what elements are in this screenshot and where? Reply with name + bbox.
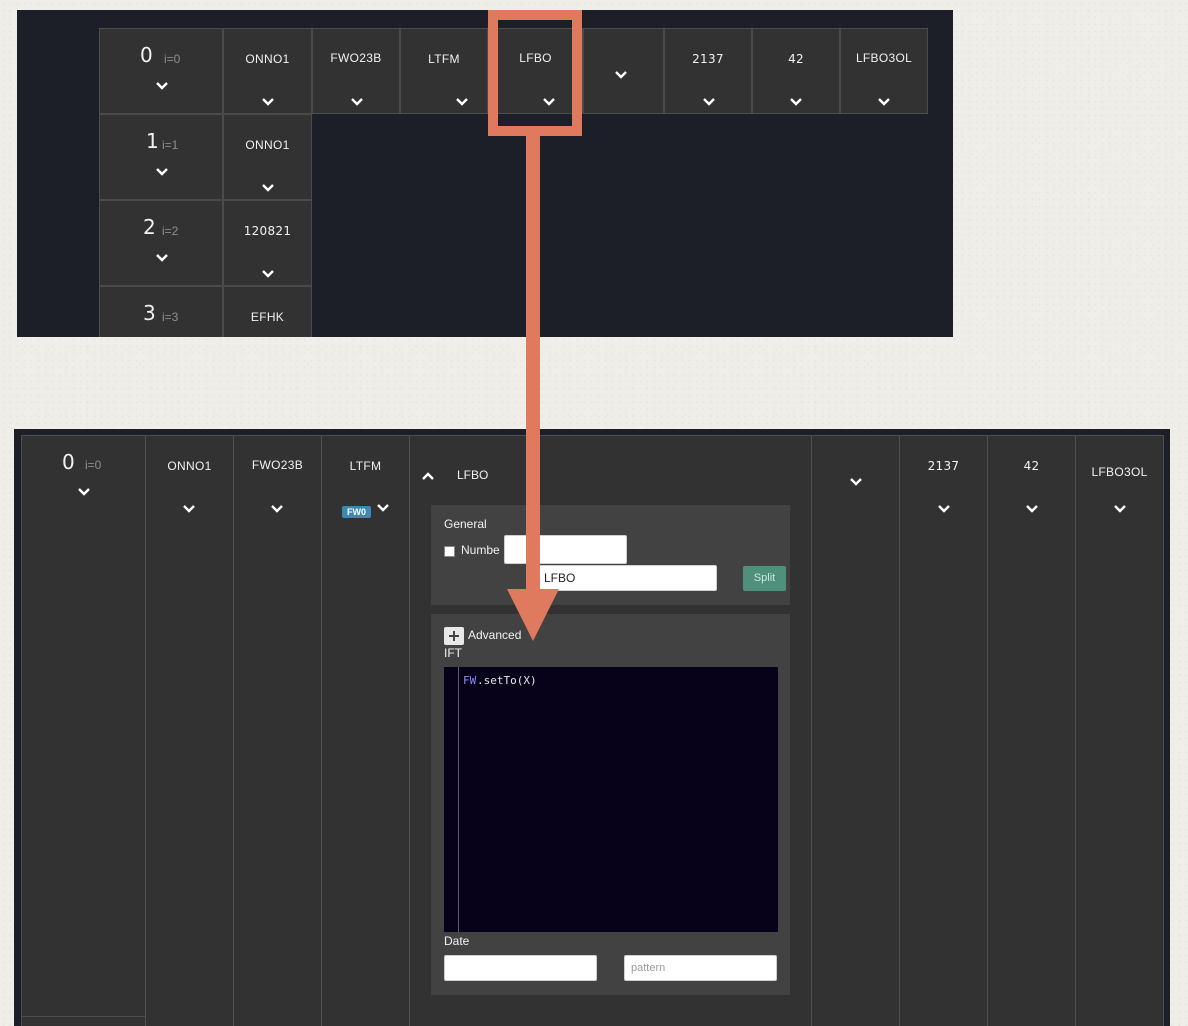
chevron-down-icon[interactable] [702,97,716,107]
number-input[interactable] [504,535,627,564]
plus-icon[interactable] [444,627,464,645]
column-label: FWO23B [330,51,382,65]
chevron-down-icon[interactable] [182,504,196,514]
chevron-down-icon[interactable] [155,167,169,177]
cell-value: EFHK [250,310,285,324]
row-index: i=1 [162,138,179,152]
chevron-down-icon[interactable] [1113,504,1127,514]
chevron-down-icon[interactable] [849,477,863,487]
column-fwo23b[interactable]: FWO23B [233,435,322,1026]
row-divider [22,1016,145,1017]
code-text: .setTo(X) [477,674,537,687]
header-row-number-column: 0 i=0 [21,435,146,1026]
column-label: 42 [1023,459,1040,473]
code-editor[interactable]: FW .setTo(X) [444,667,778,932]
column-label: LTFM [349,459,382,473]
row-value-cell[interactable]: 120821 [223,200,312,286]
chevron-down-icon[interactable] [455,97,469,107]
column-ltfm[interactable]: LTFM FW0 [321,435,410,1026]
column-2137[interactable]: 2137 [899,435,988,1026]
date-input[interactable] [444,955,597,981]
row-number: 3 [143,301,156,325]
column-label: LFBO [457,468,489,482]
row-number: 0 [140,43,153,67]
name-input[interactable] [537,565,717,591]
row-number: 1 [146,129,159,153]
column-label: LFBO3OL [1091,465,1148,479]
column-label: ONNO1 [167,459,212,473]
column-lfbo3ol[interactable]: LFBO3OL [1075,435,1164,1026]
column-42[interactable]: 42 [987,435,1076,1026]
column-header-42[interactable]: 42 [752,28,840,114]
column-label: LFBO3OL [855,51,913,65]
code-keyword: FW [463,674,477,687]
pattern-input[interactable] [624,955,777,981]
expanded-table-panel: 0 i=0 ONNO1 FWO23B LTFM FW0 LFBO General… [14,429,1170,1026]
fw0-badge: FW0 [342,506,371,518]
chevron-down-icon[interactable] [376,503,390,513]
checkbox[interactable] [444,546,455,557]
chevron-down-icon[interactable] [614,70,628,80]
editor-gutter-line [458,667,459,932]
column-label: 42 [788,52,804,66]
chevron-down-icon[interactable] [789,97,803,107]
cell-value: ONNO1 [245,138,290,152]
row-value-cell[interactable]: EFHK [223,286,312,337]
row-index: i=0 [85,458,102,472]
column-header-lfbo[interactable]: LFBO [488,28,583,114]
header-row-number-cell: 0 i=0 [99,28,223,114]
column-label: FWO23B [251,458,304,472]
row-number: 2 [143,215,156,239]
column-label: 2137 [692,52,724,66]
cell-value: 120821 [243,224,292,238]
checkbox-label: Numbe [461,543,500,557]
column-label: LTFM [428,52,460,66]
chevron-down-icon[interactable] [1025,504,1039,514]
column-header-ltfm[interactable]: LTFM [400,28,488,114]
chevron-down-icon[interactable] [270,504,284,514]
row-value-cell[interactable]: ONNO1 [223,114,312,200]
row-number-cell: 3 i=3 [99,286,223,337]
advanced-toggle-label[interactable]: Advanced [468,628,521,642]
chevron-down-icon[interactable] [350,97,364,107]
chevron-down-icon[interactable] [77,487,91,497]
column-label: 2137 [927,459,960,473]
chevron-up-icon[interactable] [421,471,435,481]
column-header-onno1[interactable]: ONNO1 [223,28,312,114]
general-title: General [444,517,487,531]
column-empty[interactable] [811,435,900,1026]
split-button[interactable]: Split [743,566,786,591]
general-section: General Numbe Split [431,505,790,605]
column-header-lfbo3ol[interactable]: LFBO3OL [840,28,928,114]
column-label: ONNO1 [245,52,290,66]
ift-label: IFT [444,646,462,660]
chevron-down-icon[interactable] [937,504,951,514]
row-index: i=3 [162,310,179,324]
chevron-down-icon[interactable] [261,97,275,107]
column-header-fwo23b[interactable]: FWO23B [312,28,400,114]
chevron-down-icon[interactable] [261,269,275,279]
column-header-2137[interactable]: 2137 [664,28,752,114]
column-onno1[interactable]: ONNO1 [145,435,234,1026]
chevron-down-icon[interactable] [877,97,891,107]
column-header-empty[interactable] [583,28,664,114]
row-number-cell: 2 i=2 [99,200,223,286]
row-index: i=0 [164,52,181,66]
date-label: Date [444,934,470,948]
top-table-panel: 0 i=0 ONNO1 FWO23B LTFM LFBO 2137 42 LFB… [17,10,953,337]
chevron-down-icon[interactable] [542,97,556,107]
row-number: 0 [62,450,75,474]
chevron-down-icon[interactable] [155,81,169,91]
chevron-down-icon[interactable] [155,253,169,263]
column-lfbo-expanded[interactable]: LFBO General Numbe Split Advanced IFT FW… [409,435,812,1026]
chevron-down-icon[interactable] [261,183,275,193]
row-index: i=2 [162,224,179,238]
row-number-cell: 1 i=1 [99,114,223,200]
column-label: LFBO [519,51,552,65]
advanced-section: Advanced IFT FW .setTo(X) Date [431,614,790,995]
